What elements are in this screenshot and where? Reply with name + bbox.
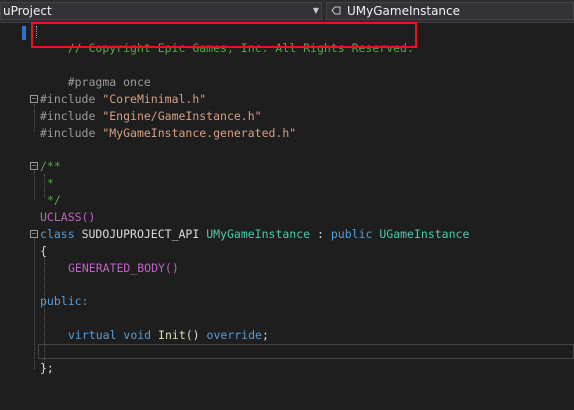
include-path: "CoreMinimal.h" [102, 92, 207, 106]
current-line-indicator[interactable] [38, 344, 574, 359]
include-keyword: #include [40, 109, 96, 123]
project-dropdown-label: uProject [3, 4, 52, 18]
override-keyword: override [206, 328, 262, 342]
code-line-9: /** [40, 158, 61, 175]
access-keyword: public [330, 227, 373, 241]
code-line-12: UCLASS() [40, 209, 95, 226]
code-editor[interactable]: − − − // Copyright Epic Games, Inc. All … [0, 22, 574, 410]
navigation-bar: uProject ▼ UMyGameInstance [0, 0, 574, 23]
code-line-7: #include "MyGameInstance.generated.h" [40, 125, 296, 142]
generated-body-macro: GENERATED_BODY() [68, 261, 179, 275]
class-keyword: class [40, 227, 75, 241]
open-brace: { [40, 244, 47, 258]
doc-comment-body: * [40, 176, 54, 190]
code-line-19: virtual void Init() override; [68, 327, 269, 344]
code-line-10: * [40, 175, 54, 192]
code-line-15: GENERATED_BODY() [68, 260, 179, 277]
code-line-5: #include "CoreMinimal.h" [40, 91, 206, 108]
include-path: "Engine/GameInstance.h" [102, 109, 262, 123]
class-icon [331, 6, 341, 15]
doc-comment-open: /** [40, 159, 61, 173]
inheritance-colon: : [317, 227, 324, 241]
code-line-17: public: [40, 293, 88, 310]
include-keyword: #include [40, 92, 96, 106]
indent-guide [34, 171, 35, 199]
code-line-11: */ [40, 192, 61, 209]
fold-toggle-comment[interactable]: − [30, 162, 38, 170]
pragma-directive: #pragma once [67, 75, 151, 89]
member-dropdown[interactable]: UMyGameInstance [326, 2, 574, 20]
member-dropdown-label: UMyGameInstance [347, 4, 461, 18]
include-path: "MyGameInstance.generated.h" [102, 126, 297, 140]
code-line-21: }; [40, 360, 54, 377]
highlight-box [31, 22, 417, 48]
indent-guide [34, 104, 35, 132]
code-line-13: class SUDOJUPROJECT_API UMyGameInstance … [40, 226, 469, 243]
change-marker [22, 26, 26, 40]
fold-toggle-includes[interactable]: − [30, 95, 38, 103]
code-line-14: { [40, 243, 47, 260]
indent-guide [34, 239, 35, 369]
semicolon: ; [261, 328, 269, 342]
chevron-down-icon[interactable]: ▼ [313, 3, 319, 19]
public-access-label: public: [40, 294, 89, 308]
project-dropdown[interactable]: uProject ▼ [0, 2, 322, 20]
void-keyword: void [123, 328, 152, 342]
close-brace: }; [40, 361, 54, 375]
function-name: Init [158, 328, 186, 342]
function-parens: () [185, 328, 200, 342]
include-keyword: #include [40, 126, 96, 140]
code-line-3: #pragma once [40, 57, 151, 89]
code-line-6: #include "Engine/GameInstance.h" [40, 108, 262, 125]
doc-comment-close: */ [40, 193, 61, 207]
virtual-keyword: virtual [68, 328, 117, 342]
fold-toggle-class[interactable]: − [30, 230, 38, 238]
class-name: UMyGameInstance [206, 227, 311, 241]
base-class-name: UGameInstance [379, 227, 470, 241]
api-macro: SUDOJUPROJECT_API [81, 227, 200, 241]
uclass-macro: UCLASS() [40, 210, 96, 224]
